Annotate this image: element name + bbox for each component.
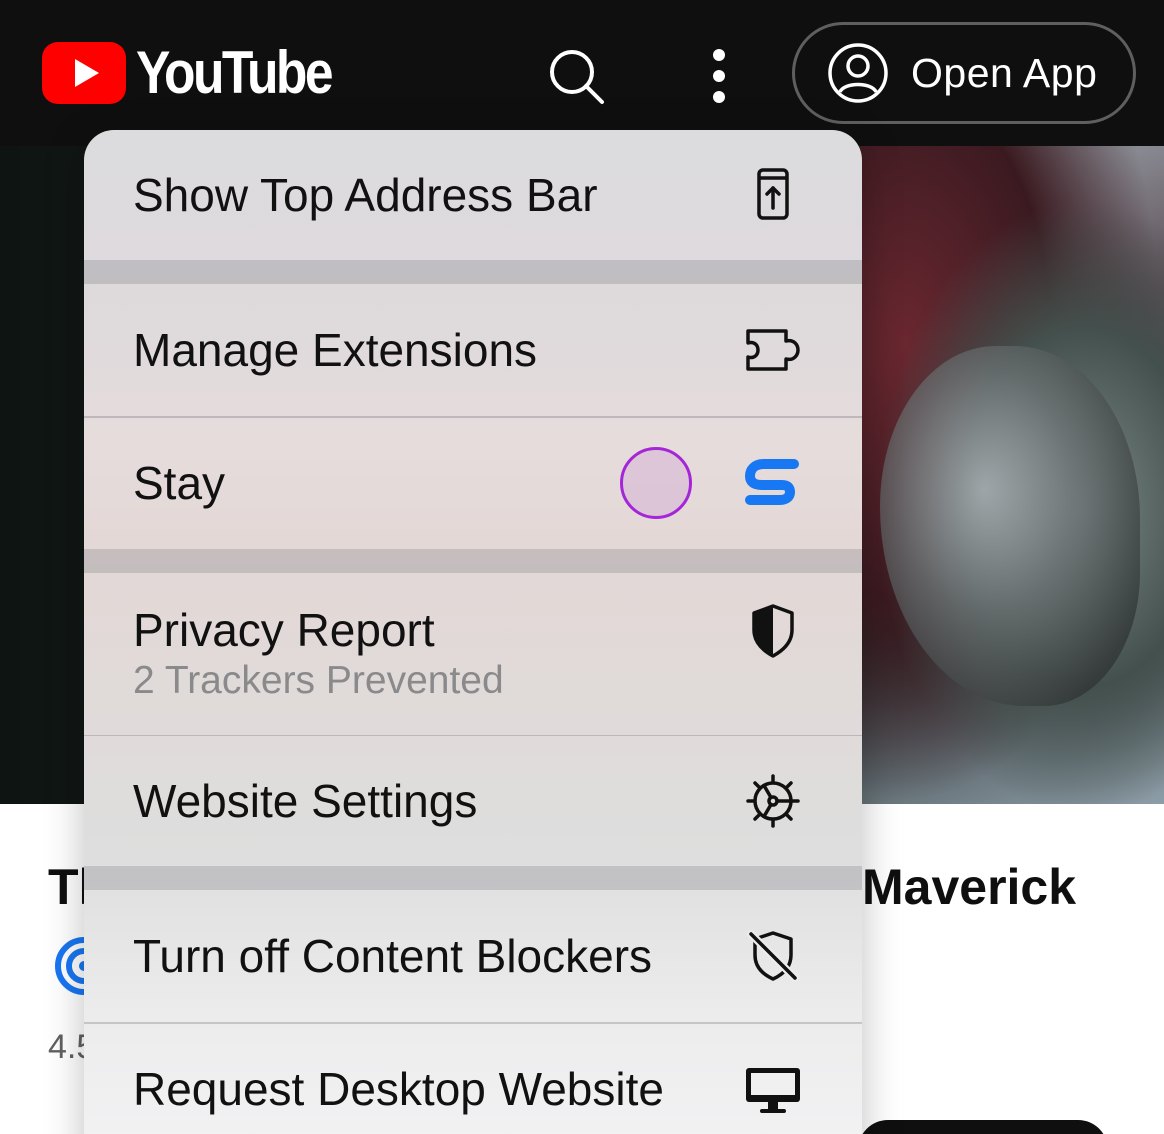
menu-item-manage-extensions[interactable]: Manage Extensions bbox=[84, 284, 862, 416]
menu-item-turn-off-content-blockers[interactable]: Turn off Content Blockers bbox=[84, 890, 862, 1022]
menu-item-label: Manage Extensions bbox=[133, 324, 538, 376]
menu-item-sublabel: 2 Trackers Prevented bbox=[133, 658, 504, 702]
menu-item-website-settings[interactable]: Website Settings bbox=[84, 736, 862, 866]
menu-item-label: Website Settings bbox=[133, 775, 478, 827]
youtube-logo[interactable]: YouTube bbox=[42, 42, 363, 104]
menu-item-label: Privacy Report bbox=[133, 603, 435, 656]
menu-group-separator bbox=[84, 866, 862, 890]
shield-slash-icon bbox=[742, 925, 804, 987]
screen: YouTube Open App Tl Maverick 4.5 Show To… bbox=[0, 0, 1164, 1134]
account-circle-icon bbox=[828, 43, 888, 103]
open-app-label: Open App bbox=[911, 49, 1098, 96]
subscribe-pill[interactable] bbox=[858, 1120, 1108, 1134]
puzzle-extension-icon bbox=[742, 319, 804, 381]
menu-item-stay[interactable]: Stay bbox=[84, 418, 862, 549]
desktop-monitor-icon bbox=[742, 1058, 804, 1120]
menu-item-show-top-address-bar[interactable]: Show Top Address Bar bbox=[84, 130, 862, 260]
search-icon[interactable] bbox=[546, 46, 606, 106]
youtube-logo-text: YouTube bbox=[136, 39, 334, 106]
privacy-shield-icon bbox=[742, 600, 804, 662]
youtube-header: YouTube Open App bbox=[0, 0, 1164, 146]
gear-settings-icon bbox=[742, 770, 804, 832]
menu-item-label: Show Top Address Bar bbox=[133, 169, 598, 221]
safari-page-menu: Show Top Address Bar Manage Extensions S… bbox=[84, 130, 862, 1134]
menu-item-label: Turn off Content Blockers bbox=[133, 930, 653, 982]
more-vertical-icon[interactable] bbox=[706, 48, 732, 104]
address-bar-up-icon bbox=[742, 164, 804, 226]
menu-item-request-desktop-website[interactable]: Request Desktop Website bbox=[84, 1024, 862, 1134]
menu-item-label: Request Desktop Website bbox=[133, 1062, 664, 1115]
youtube-play-logo-icon bbox=[42, 42, 126, 104]
stay-extension-icon bbox=[742, 452, 804, 514]
menu-item-label: Stay bbox=[133, 457, 226, 509]
menu-group-separator bbox=[84, 260, 862, 284]
menu-item-privacy-report[interactable]: Privacy Report 2 Trackers Prevented bbox=[84, 573, 862, 735]
menu-group-separator bbox=[84, 548, 862, 573]
touch-indicator bbox=[620, 447, 692, 519]
video-title-end[interactable]: Maverick bbox=[862, 858, 1076, 916]
open-app-button[interactable]: Open App bbox=[792, 22, 1136, 124]
